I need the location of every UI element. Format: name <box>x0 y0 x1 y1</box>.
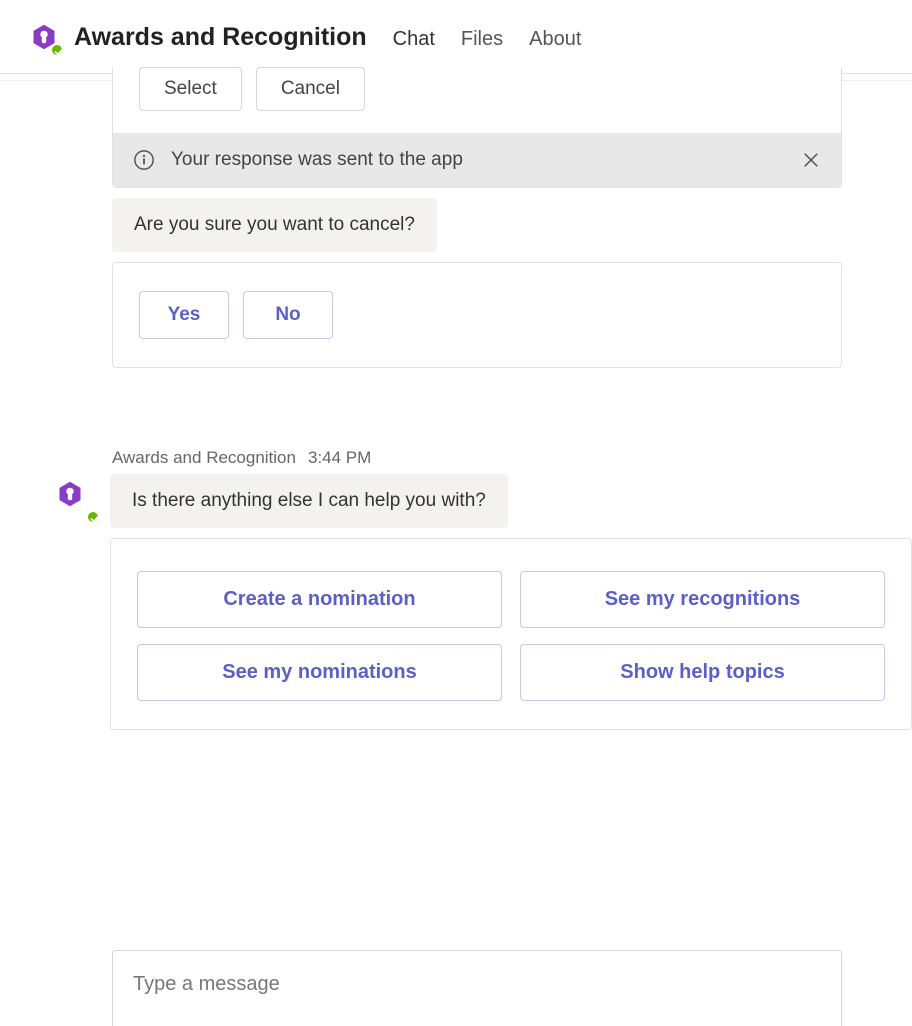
tabs: Chat Files About <box>393 14 582 61</box>
see-nominations-button[interactable]: See my nominations <box>137 644 502 701</box>
no-button[interactable]: No <box>243 291 333 339</box>
create-nomination-button[interactable]: Create a nomination <box>137 571 502 628</box>
bot-avatar <box>56 480 96 520</box>
tab-chat[interactable]: Chat <box>393 24 435 71</box>
select-button[interactable]: Select <box>139 67 242 111</box>
app-hex-icon <box>56 480 84 508</box>
confirm-bubble: Are you sure you want to cancel? <box>112 198 437 252</box>
tab-files[interactable]: Files <box>461 24 503 71</box>
card-select-cancel: Select Cancel Your response was sent to … <box>112 67 842 188</box>
confirm-options-card: Yes No <box>112 262 842 368</box>
yes-button[interactable]: Yes <box>139 291 229 339</box>
header-bar: Awards and Recognition Chat Files About <box>0 0 912 74</box>
compose-input[interactable]: Type a message <box>112 950 842 1026</box>
help-options-card: Create a nomination See my recognitions … <box>110 538 912 730</box>
status-available-icon <box>86 510 100 524</box>
notice-response-sent: Your response was sent to the app <box>113 133 841 187</box>
app-avatar <box>30 23 60 53</box>
see-recognitions-button[interactable]: See my recognitions <box>520 571 885 628</box>
close-icon[interactable] <box>801 150 821 170</box>
app-title: Awards and Recognition <box>74 23 367 52</box>
message-time: 3:44 PM <box>308 448 371 468</box>
tab-about[interactable]: About <box>529 24 581 71</box>
info-icon <box>133 149 155 171</box>
sender-name: Awards and Recognition <box>112 448 296 468</box>
cancel-button[interactable]: Cancel <box>256 67 365 111</box>
notice-text: Your response was sent to the app <box>171 149 463 171</box>
chat-area: Select Cancel Your response was sent to … <box>0 67 912 730</box>
show-help-topics-button[interactable]: Show help topics <box>520 644 885 701</box>
message-meta: Awards and Recognition 3:44 PM <box>0 448 912 468</box>
status-available-icon <box>50 43 64 57</box>
help-bubble: Is there anything else I can help you wi… <box>110 474 508 528</box>
